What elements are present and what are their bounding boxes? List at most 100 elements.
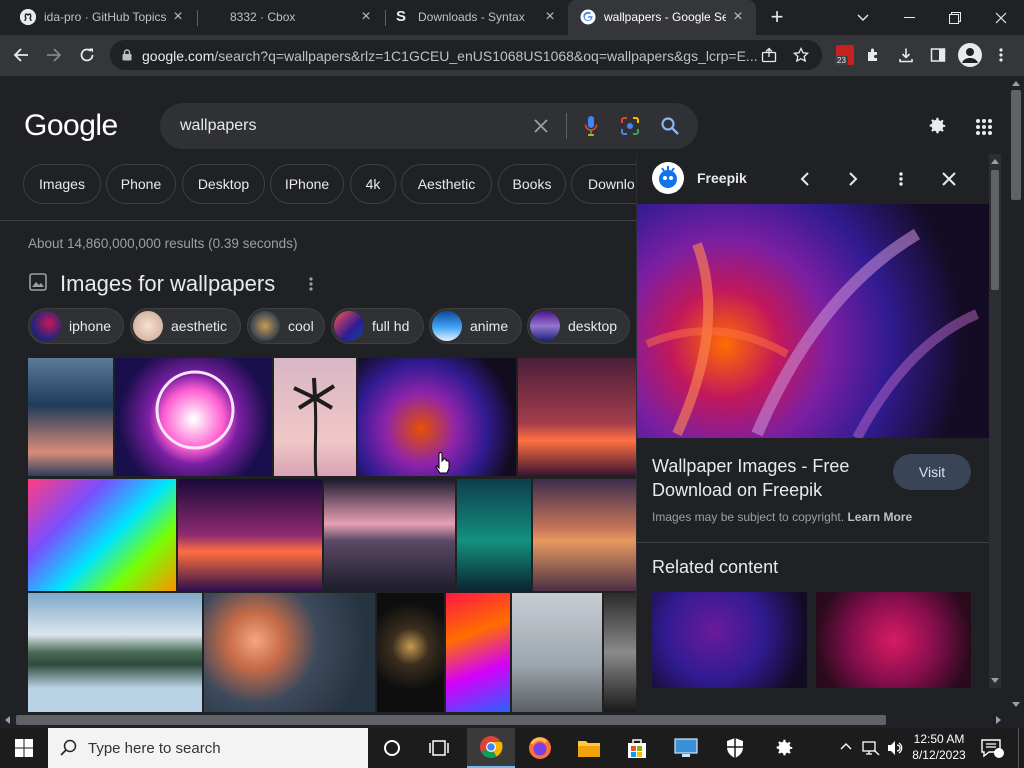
image-result-mountain-lake[interactable] [28, 593, 202, 712]
microphone-icon[interactable] [584, 115, 598, 137]
task-view-button[interactable] [416, 728, 462, 768]
notifications-button[interactable] [980, 738, 1004, 758]
freepik-logo-icon [652, 162, 684, 194]
search-query[interactable]: wallpapers [180, 117, 256, 135]
settings-gear-icon[interactable] [926, 115, 948, 137]
side-panel-icon[interactable] [930, 47, 946, 63]
reload-button[interactable] [72, 40, 102, 70]
extensions-puzzle-icon[interactable] [866, 47, 882, 63]
filter-chip-desktop[interactable]: desktop [527, 308, 630, 344]
image-result-teal-night[interactable] [457, 479, 531, 591]
tab-4k[interactable]: 4k [350, 164, 396, 204]
previous-image-icon[interactable] [799, 171, 811, 187]
panel-scrollbar[interactable] [989, 154, 1001, 688]
close-window-button[interactable] [978, 0, 1024, 35]
back-button[interactable] [6, 40, 36, 70]
page-vertical-scrollbar[interactable] [1008, 76, 1024, 712]
profile-avatar[interactable] [958, 43, 982, 67]
taskbar-remote-desktop[interactable] [662, 728, 710, 768]
tab-title: 8332 · Cbox [230, 10, 296, 24]
bookmark-star-icon[interactable] [793, 47, 809, 63]
preview-image[interactable] [637, 204, 989, 441]
image-result-mechanical[interactable] [604, 593, 636, 712]
related-image-1[interactable] [652, 592, 807, 688]
search-box[interactable]: wallpapers [160, 103, 698, 149]
taskbar-store[interactable] [613, 728, 661, 768]
volume-icon[interactable] [886, 739, 904, 757]
more-options-icon[interactable] [309, 276, 313, 292]
tab-google-active[interactable]: wallpapers - Google Se × [568, 0, 756, 35]
taskbar-settings[interactable] [760, 728, 808, 768]
horizontal-scroll-thumb[interactable] [16, 715, 886, 725]
taskbar-file-explorer[interactable] [565, 728, 613, 768]
panel-scroll-thumb[interactable] [991, 170, 999, 290]
download-icon[interactable] [898, 47, 914, 63]
share-icon[interactable] [761, 47, 777, 63]
close-panel-icon[interactable] [942, 172, 956, 186]
image-result-lake-mountains[interactable] [324, 479, 455, 591]
address-bar[interactable]: google.com/search?q=wallpapers&rlz=1C1GC… [110, 40, 822, 70]
page-horizontal-scrollbar[interactable] [0, 712, 1008, 728]
image-result-palm-sunset[interactable] [28, 358, 113, 476]
image-result-ios-gradient[interactable] [446, 593, 510, 712]
tab-cbox[interactable]: 8332 · Cbox × [198, 0, 384, 35]
tab-phone[interactable]: Phone [106, 164, 176, 204]
start-button[interactable] [0, 728, 48, 768]
image-result-tree-sunset[interactable] [518, 358, 636, 476]
image-result-moon-phases[interactable] [377, 593, 444, 712]
show-desktop-button[interactable] [1018, 728, 1024, 768]
visit-button[interactable]: Visit [893, 454, 971, 490]
forward-button[interactable] [39, 40, 69, 70]
image-result-neon-ring[interactable] [115, 358, 272, 476]
tab-close-button[interactable]: × [730, 9, 746, 25]
images-section-heading[interactable]: Images for wallpapers [60, 271, 275, 297]
ublock-extension-icon[interactable]: 23 [835, 45, 854, 65]
system-clock[interactable]: 12:50 AM 8/12/2023 [908, 731, 970, 763]
tab-search-button[interactable] [840, 0, 886, 35]
taskbar-search-box[interactable]: Type here to search [48, 728, 368, 768]
restore-button[interactable] [932, 0, 978, 35]
google-lens-icon[interactable] [620, 116, 640, 136]
image-result-flowers[interactable] [204, 593, 375, 712]
tab-iphone[interactable]: IPhone [270, 164, 344, 204]
tab-syntax[interactable]: S Downloads - Syntax × [386, 0, 568, 35]
tab-close-button[interactable]: × [542, 9, 558, 25]
tab-close-button[interactable]: × [170, 9, 186, 25]
filter-chip-iphone[interactable]: iphone [28, 308, 124, 344]
tab-github[interactable]: ida-pro · GitHub Topics × [8, 0, 196, 35]
taskbar-firefox[interactable] [516, 728, 564, 768]
tab-books[interactable]: Books [498, 164, 566, 204]
clear-icon[interactable] [533, 118, 549, 134]
network-icon[interactable] [862, 739, 880, 757]
search-icon[interactable] [660, 116, 680, 136]
filter-chip-full-hd[interactable]: full hd [331, 308, 424, 344]
tab-images[interactable]: Images [23, 164, 101, 204]
next-image-icon[interactable] [847, 171, 859, 187]
tab-desktop[interactable]: Desktop [182, 164, 265, 204]
tab-close-button[interactable]: × [358, 9, 374, 25]
learn-more-link[interactable]: Learn More [847, 510, 912, 524]
filter-chip-cool[interactable]: cool [247, 308, 325, 344]
tab-aesthetic[interactable]: Aesthetic [401, 164, 492, 204]
filter-chip-anime[interactable]: anime [429, 308, 522, 344]
kebab-menu-icon[interactable] [998, 47, 1004, 63]
cortana-button[interactable] [370, 728, 414, 768]
image-result-abstract-waves[interactable] [28, 479, 176, 591]
apps-grid-icon[interactable] [975, 118, 993, 136]
chevron-up-icon[interactable] [840, 742, 852, 750]
minimize-button[interactable] [886, 0, 932, 35]
preview-title[interactable]: Wallpaper Images - Free Download on Free… [652, 454, 882, 502]
panel-more-icon[interactable] [899, 171, 903, 187]
image-result-palm-pink[interactable] [274, 358, 356, 476]
image-result-moon-landscape[interactable] [178, 479, 322, 591]
filter-chip-aesthetic[interactable]: aesthetic [130, 308, 241, 344]
google-logo[interactable]: Google [24, 109, 118, 143]
source-name[interactable]: Freepik [697, 170, 747, 186]
taskbar-security[interactable] [711, 728, 759, 768]
related-image-2[interactable] [816, 592, 971, 688]
taskbar-chrome[interactable] [467, 728, 515, 768]
new-tab-button[interactable]: + [764, 5, 790, 31]
image-result-dusk-sea[interactable] [533, 479, 636, 591]
image-result-pier[interactable] [512, 593, 602, 712]
vertical-scroll-thumb[interactable] [1011, 90, 1021, 200]
